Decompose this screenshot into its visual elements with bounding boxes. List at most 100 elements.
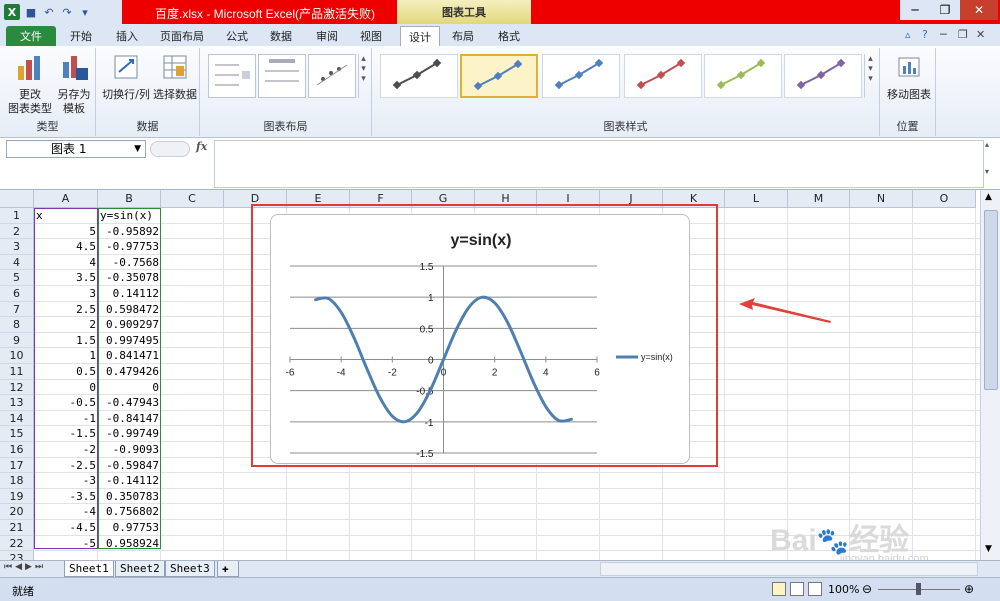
row-header-7[interactable]: 7 (0, 301, 34, 318)
cell-header-x[interactable]: x (36, 209, 96, 222)
cell-x[interactable]: 0 (36, 381, 96, 394)
row-header-13[interactable]: 13 (0, 395, 34, 411)
tab-page-layout[interactable]: 页面布局 (152, 26, 212, 46)
zoom-in-icon[interactable]: ⊕ (964, 582, 974, 596)
cell-x[interactable]: 1.5 (36, 334, 96, 347)
formula-input[interactable] (214, 140, 984, 188)
name-box[interactable]: 图表 1 ▼ (6, 140, 146, 158)
cell-x[interactable]: -3 (36, 474, 96, 487)
page-layout-view-icon[interactable] (790, 582, 804, 596)
row-header-20[interactable]: 20 (0, 504, 34, 520)
chart-area[interactable]: y=sin(x) 1.5 1 0.5 0 -0.5 -1 -1.5 -6 -4 -2 0 2 4 6 y=si… (270, 214, 690, 464)
row-header-3[interactable]: 3 (0, 239, 34, 255)
row-header-6[interactable]: 6 (0, 286, 34, 302)
row-header-2[interactable]: 2 (0, 223, 34, 240)
layout-thumb-3[interactable] (308, 54, 356, 98)
cell-y[interactable]: 0.958924 (100, 537, 159, 550)
save-template-button[interactable]: 另存为 模板 (54, 52, 94, 116)
redo-icon[interactable]: ↷ (60, 5, 74, 19)
cell-header-y[interactable]: y=sin(x) (100, 209, 159, 222)
cell-x[interactable]: -5 (36, 537, 96, 550)
cell-y[interactable]: 0.841471 (100, 349, 159, 362)
cell-y[interactable]: 0 (100, 381, 159, 394)
column-header-C[interactable]: C (161, 190, 224, 208)
column-header-B[interactable]: B (98, 190, 161, 208)
formula-scroll-icon[interactable]: ▴ ▾ (985, 140, 997, 188)
row-header-9[interactable]: 9 (0, 332, 34, 349)
cell-x[interactable]: 4.5 (36, 240, 96, 253)
cell-y[interactable]: 0.598472 (100, 303, 159, 316)
cell-y[interactable]: -0.84147 (100, 412, 159, 425)
cell-y[interactable]: -0.47943 (100, 396, 159, 409)
cell-x[interactable]: 5 (36, 225, 96, 238)
cell-x[interactable]: 2.5 (36, 303, 96, 316)
minimize-icon[interactable]: ─ (900, 0, 930, 20)
cell-y[interactable]: -0.7568 (100, 256, 159, 269)
cell-y[interactable]: -0.99749 (100, 427, 159, 440)
row-header-19[interactable]: 19 (0, 488, 34, 505)
cell-y[interactable]: -0.35078 (100, 271, 159, 284)
tab-data[interactable]: 数据 (262, 26, 300, 46)
tab-design[interactable]: 设计 (400, 26, 440, 46)
tab-layout[interactable]: 布局 (444, 26, 482, 46)
cell-x[interactable]: 0.5 (36, 365, 96, 378)
row-header-23[interactable]: 23 (0, 551, 34, 560)
chart-style-2[interactable] (460, 54, 538, 98)
vertical-scroll-thumb[interactable] (984, 210, 998, 390)
row-header-10[interactable]: 10 (0, 348, 34, 364)
cell-x[interactable]: -1.5 (36, 427, 97, 440)
cell-y[interactable]: -0.59847 (100, 459, 159, 472)
cell-y[interactable]: 0.909297 (100, 318, 159, 331)
row-header-12[interactable]: 12 (0, 379, 34, 396)
sheet-tab-2[interactable]: Sheet2 (115, 561, 165, 577)
styles-gallery-more-icon[interactable]: ▴ ▾ ▾ (864, 54, 876, 98)
switch-row-col-button[interactable]: 切换行/列 (100, 52, 152, 102)
row-header-22[interactable]: 22 (0, 535, 34, 552)
tab-insert[interactable]: 插入 (108, 26, 146, 46)
chart-style-1[interactable] (380, 54, 458, 98)
chart-style-3[interactable] (542, 54, 620, 98)
row-header-17[interactable]: 17 (0, 457, 34, 474)
cell-y[interactable]: 0.479426 (100, 365, 159, 378)
select-all-corner[interactable] (0, 190, 34, 208)
cell-y[interactable]: 0.14112 (100, 287, 159, 300)
zoom-out-icon[interactable]: ⊖ (862, 582, 872, 596)
cell-x[interactable]: 3 (36, 287, 96, 300)
undo-icon[interactable]: ↶ (42, 5, 56, 19)
scroll-down-icon[interactable]: ▼ (985, 544, 992, 554)
row-header-4[interactable]: 4 (0, 254, 34, 271)
cell-x[interactable]: 2 (36, 318, 96, 331)
cell-y[interactable]: -0.97753 (100, 240, 159, 253)
layout-thumb-1[interactable] (208, 54, 256, 98)
cell-x[interactable]: -3.5 (36, 490, 97, 503)
save-icon[interactable]: ■ (24, 5, 38, 19)
close-icon[interactable]: ✕ (960, 0, 998, 20)
column-header-N[interactable]: N (850, 190, 913, 208)
sheet-tab-1[interactable]: Sheet1 (64, 561, 114, 577)
cell-x[interactable]: 4 (36, 256, 96, 269)
fx-icon[interactable]: fx (196, 140, 214, 158)
insert-sheet-icon[interactable]: ✚ (217, 561, 239, 577)
row-header-11[interactable]: 11 (0, 364, 34, 380)
row-header-1[interactable]: 1 (0, 208, 34, 224)
vertical-scrollbar[interactable]: ▲ ▼ (980, 190, 1000, 560)
row-header-15[interactable]: 15 (0, 426, 34, 442)
cell-y[interactable]: -0.95892 (100, 225, 159, 238)
cell-x[interactable]: 1 (36, 349, 96, 362)
tab-format[interactable]: 格式 (490, 26, 528, 46)
zoom-level[interactable]: 100% (828, 583, 859, 596)
cell-x[interactable]: -2 (36, 443, 96, 456)
chart-style-4[interactable] (624, 54, 702, 98)
help-icon[interactable]: ? (922, 28, 928, 41)
row-header-18[interactable]: 18 (0, 473, 34, 489)
restore-icon[interactable]: ❐ (930, 0, 960, 20)
cell-y[interactable]: -0.9093 (100, 443, 159, 456)
sheet-tab-3[interactable]: Sheet3 (165, 561, 215, 577)
layout-thumb-2[interactable] (258, 54, 306, 98)
cell-x[interactable]: -1 (36, 412, 96, 425)
customize-qat-icon[interactable]: ▾ (78, 5, 92, 19)
cell-x[interactable]: 3.5 (36, 271, 96, 284)
cell-y[interactable]: 0.97753 (100, 521, 159, 534)
row-header-5[interactable]: 5 (0, 270, 34, 286)
workbook-minimize-icon[interactable]: ─ (940, 28, 947, 41)
